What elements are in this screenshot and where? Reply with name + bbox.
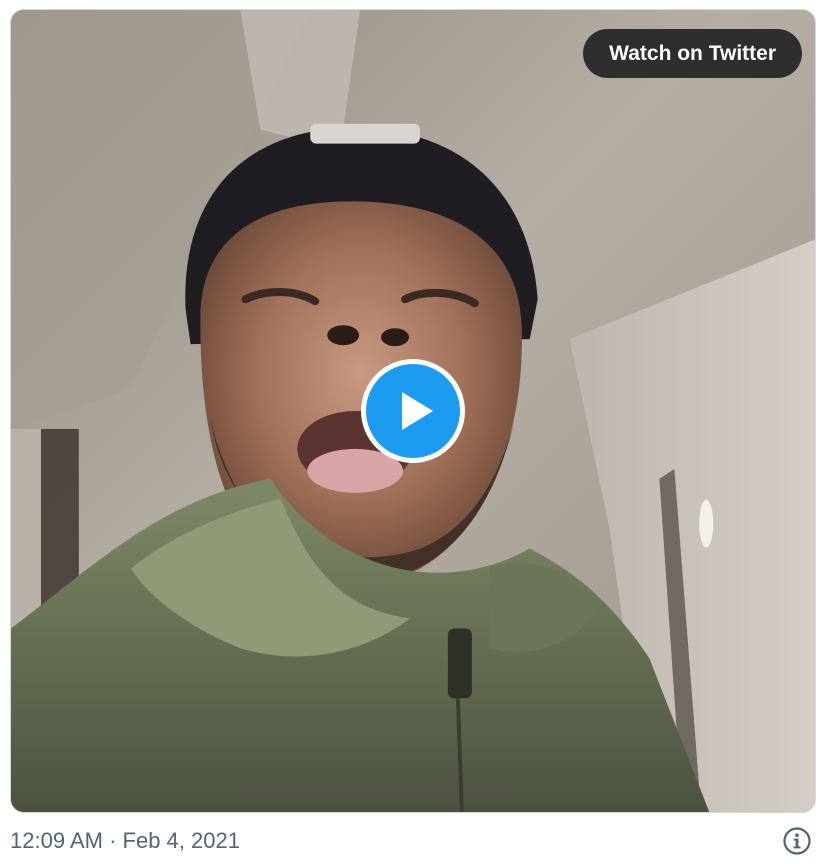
video-player[interactable]: Watch on Twitter bbox=[10, 9, 816, 813]
tweet-time: 12:09 AM bbox=[10, 828, 103, 853]
watch-on-twitter-button[interactable]: Watch on Twitter bbox=[583, 29, 802, 78]
timestamp-separator: · bbox=[102, 828, 123, 853]
tweet-footer: 12:09 AM · Feb 4, 2021 bbox=[10, 822, 816, 862]
play-icon bbox=[402, 392, 433, 430]
play-button[interactable] bbox=[361, 359, 465, 463]
tweet-timestamp[interactable]: 12:09 AM · Feb 4, 2021 bbox=[10, 828, 240, 854]
tweet-embed: Watch on Twitter 12:09 AM · Feb 4, 2021 bbox=[0, 0, 832, 864]
tweet-date: Feb 4, 2021 bbox=[122, 828, 240, 853]
info-icon[interactable] bbox=[782, 826, 812, 856]
